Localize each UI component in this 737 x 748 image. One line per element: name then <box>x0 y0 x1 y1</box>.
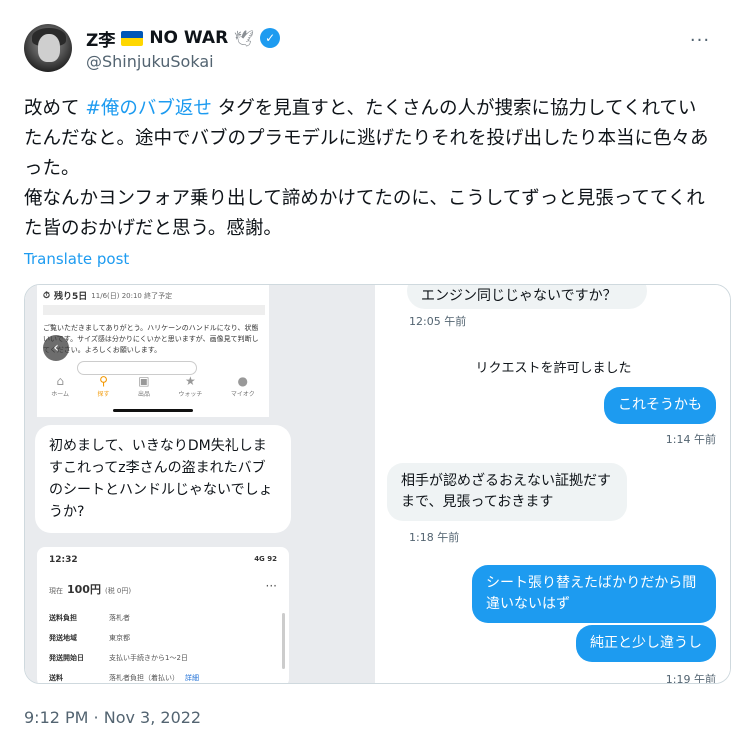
detail-value: 支払い手続きから1～2日 <box>109 654 188 662</box>
current-price: 現在 100円 (税 0円) <box>49 581 131 597</box>
divider <box>43 305 265 315</box>
more-options-button[interactable]: ··· <box>686 28 714 52</box>
translate-post-link[interactable]: Translate post <box>24 250 129 268</box>
search-icon: ⚲ <box>99 374 108 388</box>
auction-timer: ⏱ 残り5日 11/6(日) 20:10 終了予定 <box>43 289 173 303</box>
detail-row: 発送地域 東京都 <box>49 633 261 643</box>
signal-label: 4G <box>254 555 265 563</box>
message-time: 1:19 午前 <box>665 673 716 683</box>
detail-link: 詳細 <box>185 674 199 682</box>
nav-home: ⌂ ホーム <box>51 374 69 398</box>
clock-icon: ⏱ <box>43 290 51 301</box>
app-nav-bar: ⌂ ホーム ⚲ 探す ▣ 出品 ★ ウォッチ ● マイオク <box>37 371 269 401</box>
dove-icon: 🕊 <box>234 28 255 48</box>
price-tax: (税 0円) <box>104 587 132 595</box>
message-outgoing: 純正と少し違うし <box>576 625 716 662</box>
message-time: 1:14 午前 <box>665 433 716 446</box>
hashtag-link[interactable]: #俺のバブ返せ <box>85 98 212 119</box>
message-time: 1:18 午前 <box>409 531 460 544</box>
nav-search: ⚲ 探す <box>97 374 109 398</box>
detail-value: 落札者 <box>109 614 130 622</box>
message-incoming: エンジン同じじゃないですか？ <box>407 285 647 309</box>
listing-description: ご覧いただきましてありがとう。ハリケーンのハンドルになり、状態いいです。サイズ感… <box>43 324 259 354</box>
nav-mypage: ● マイオク <box>231 374 255 398</box>
auction-details-screenshot: 12:32 4G 92 現在 100円 (税 0円) ··· 送料負担 落札者 発… <box>37 547 289 683</box>
home-icon: ⌂ <box>56 374 64 388</box>
nav-label: マイオク <box>230 391 255 398</box>
message-outgoing: これそうかも <box>604 387 716 424</box>
display-name[interactable]: Z李 <box>86 26 115 51</box>
detail-key: 発送地域 <box>49 634 77 642</box>
star-icon: ★ <box>185 374 196 388</box>
back-arrow-icon[interactable]: ‹ <box>43 335 69 361</box>
message-incoming: 相手が認めざるおえない証拠だすまで、見張っておきます <box>387 463 627 521</box>
post-timestamp[interactable]: 9:12 PM · Nov 3, 2022 <box>24 708 201 727</box>
message-outgoing: シート張り替えたばかりだから間違いないはず <box>472 565 716 623</box>
detail-row: 発送開始日 支払い手続きから1～2日 <box>49 653 261 663</box>
battery-level: 92 <box>267 555 277 563</box>
detail-row: 送料 落札者負担（着払い） 詳細 <box>49 673 261 683</box>
avatar-face <box>38 34 60 62</box>
detail-key: 発送開始日 <box>49 654 84 662</box>
nav-label: ウォッチ <box>178 391 203 398</box>
nav-sell: ▣ 出品 <box>138 374 150 398</box>
camera-icon: ▣ <box>138 374 150 388</box>
detail-value: 落札者負担（着払い） <box>109 674 179 682</box>
display-name-suffix[interactable]: NO WAR <box>149 28 228 48</box>
tweet-text: 改めて #俺のバブ返せ タグを見直すと、たくさんの人が捜索に協力してくれていたん… <box>24 94 714 244</box>
media-image-right[interactable]: エンジン同じじゃないですか？ 12:05 午前 リクエストを許可しました これそ… <box>377 285 730 683</box>
user-handle[interactable]: @ShinjukuSokai <box>86 52 214 71</box>
status-signal: 4G 92 <box>254 555 277 565</box>
detail-value: 東京都 <box>109 634 130 642</box>
name-line: Z李 NO WAR 🕊 ✓ <box>86 26 281 51</box>
media-grid: ⏱ 残り5日 11/6(日) 20:10 終了予定 ご覧いただきましてありがとう… <box>24 284 731 684</box>
message-time: 12:05 午前 <box>409 315 467 328</box>
tweet-paragraph-1: 改めて #俺のバブ返せ タグを見直すと、たくさんの人が捜索に協力してくれていたん… <box>24 94 714 184</box>
nav-label: 出品 <box>137 391 150 398</box>
phone-status-bar: 12:32 4G 92 <box>37 555 289 565</box>
price-label: 現在 <box>49 587 63 595</box>
detail-key: 送料 <box>49 674 63 682</box>
text-segment: 改めて <box>24 98 86 119</box>
media-image-left[interactable]: ⏱ 残り5日 11/6(日) 20:10 終了予定 ご覧いただきましてありがとう… <box>25 285 377 683</box>
detail-row: 送料負担 落札者 <box>49 613 261 623</box>
ukraine-flag-icon <box>121 30 144 46</box>
auction-listing-screenshot: ⏱ 残り5日 11/6(日) 20:10 終了予定 ご覧いただきましてありがとう… <box>37 285 269 417</box>
detail-key: 送料負担 <box>49 614 77 622</box>
status-time: 12:32 <box>49 555 78 565</box>
nav-label: 探す <box>97 391 110 398</box>
timer-label: 残り5日 <box>54 292 88 302</box>
tweet-header: Z李 NO WAR 🕊 ✓ @ShinjukuSokai ··· <box>24 24 714 76</box>
avatar[interactable] <box>24 24 72 72</box>
home-indicator <box>113 409 193 412</box>
more-icon: ··· <box>265 579 277 593</box>
person-icon: ● <box>237 374 249 388</box>
price-value: 100円 <box>67 583 101 596</box>
timer-sub: 11/6(日) 20:10 終了予定 <box>91 291 173 300</box>
nav-watch: ★ ウォッチ <box>178 374 202 398</box>
verified-badge-icon[interactable]: ✓ <box>260 28 281 48</box>
dm-message-bubble: 初めまして、いきなりDM失礼しますこれってz李さんの盗まれたバブのシートとハンド… <box>35 425 291 533</box>
system-message: リクエストを許可しました <box>475 361 632 376</box>
scrollbar <box>282 613 285 669</box>
tweet-paragraph-2: 俺なんかヨンフォア乗り出して諦めかけてたのに、こうしてずっと見張っててくれた皆の… <box>24 188 705 239</box>
nav-label: ホーム <box>51 391 70 398</box>
